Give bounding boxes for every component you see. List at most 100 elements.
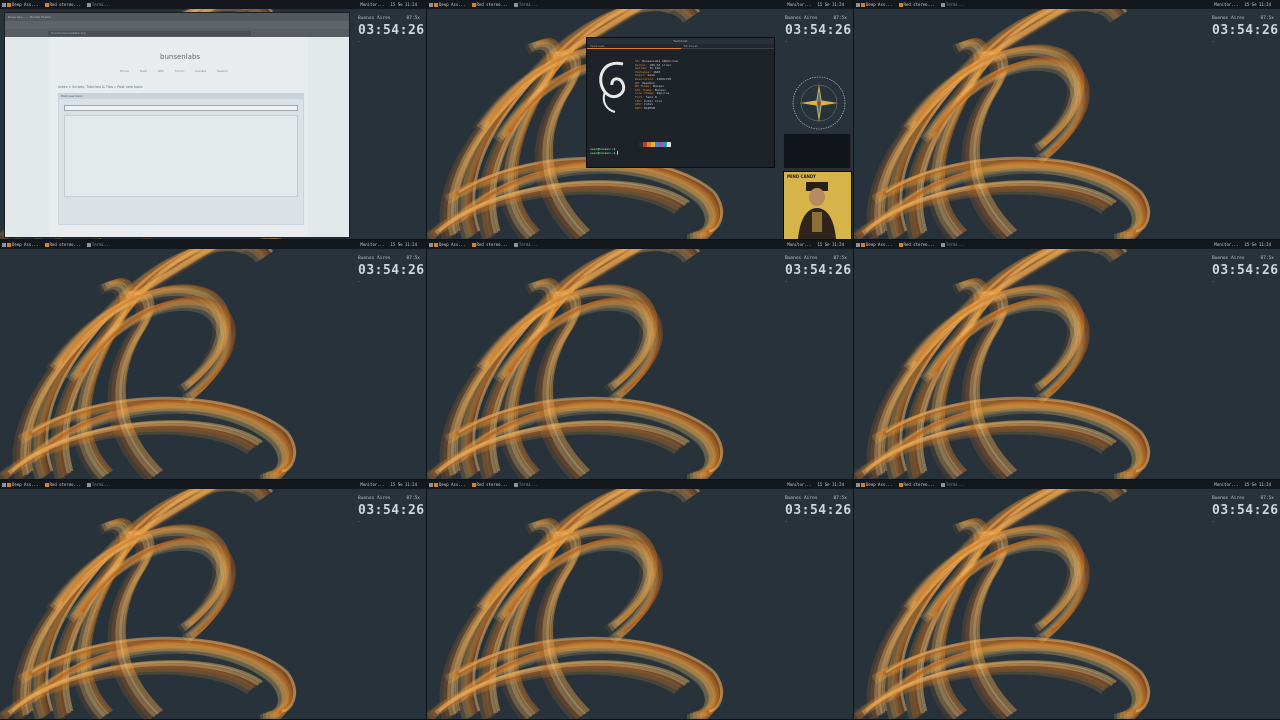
panel-clock[interactable]: 15 Se 11:24 [391, 480, 418, 489]
workspace-3[interactable]: Deep Ass... Red stereo... Termi... Monitor.… [854, 0, 1280, 239]
system-tray[interactable]: Monitor... 15 Se 11:24 [1214, 240, 1277, 249]
panel-clock[interactable]: 15 Se 11:24 [818, 240, 845, 249]
taskbar-item[interactable]: Red stereo... [477, 0, 508, 9]
subject-input[interactable] [64, 105, 298, 111]
taskbar-item[interactable]: Termi... [519, 240, 538, 249]
taskbar-item[interactable]: Deep Ass... [439, 480, 466, 489]
browser-window[interactable]: Deep Ass... — Mozilla Firefox forums.buns… [4, 12, 350, 238]
taskbar[interactable]: Deep Ass... Red stereo... Termi... [856, 0, 971, 9]
menu-icon[interactable] [856, 3, 860, 7]
top-panel[interactable]: Deep Ass... Red stereo... Termi... Monitor.… [427, 240, 853, 249]
post-form[interactable]: Post new topic [58, 93, 304, 225]
taskbar-item[interactable]: Red stereo... [904, 0, 935, 9]
taskbar-item[interactable]: Termi... [519, 0, 538, 9]
taskbar[interactable]: Deep Ass... Red stereo... Termi... [2, 0, 117, 9]
panel-clock[interactable]: 15 Se 11:24 [1245, 240, 1272, 249]
taskbar-item[interactable]: Deep Ass... [12, 0, 39, 9]
taskbar-item[interactable]: Red stereo... [904, 480, 935, 489]
system-tray[interactable]: Monitor... 15 Se 11:24 [787, 480, 850, 489]
taskbar-item[interactable]: Deep Ass... [12, 480, 39, 489]
menu-icon[interactable] [856, 243, 860, 247]
tray-window-title[interactable]: Monitor... [787, 0, 811, 9]
taskbar[interactable]: Deep Ass... Red stereo... Termi... [2, 240, 117, 249]
taskbar-item[interactable]: Red stereo... [477, 480, 508, 489]
taskbar-item[interactable]: Red stereo... [50, 0, 81, 9]
taskbar-item[interactable]: Deep Ass... [12, 240, 39, 249]
top-panel[interactable]: Deep Ass... Red stereo... Termi... Monitor.… [0, 480, 426, 489]
top-panel[interactable]: Deep Ass... Red stereo... Termi... Monitor.… [427, 0, 853, 9]
top-panel[interactable]: Deep Ass... Red stereo... Termi... Monitor.… [854, 480, 1280, 489]
taskbar[interactable]: Deep Ass... Red stereo... Termi... [429, 0, 544, 9]
system-tray[interactable]: Monitor... 15 Se 11:24 [1214, 480, 1277, 489]
workspace-5[interactable]: Deep Ass... Red stereo... Termi... Monitor.… [427, 240, 853, 479]
system-tray[interactable]: Monitor... 15 Se 11:24 [360, 240, 423, 249]
menu-icon[interactable] [429, 243, 433, 247]
taskbar[interactable]: Deep Ass... Red stereo... Termi... [2, 480, 117, 489]
taskbar-item[interactable]: Termi... [946, 480, 965, 489]
breadcrumb[interactable]: Index » Scripts, Tutorials & Tips » Post… [58, 85, 143, 89]
site-logo[interactable]: bunsenlabs [160, 53, 200, 61]
workspace-8[interactable]: Deep Ass... Red stereo... Termi... Monitor.… [427, 480, 853, 719]
menu-icon[interactable] [2, 243, 6, 247]
taskbar-item[interactable]: Termi... [92, 0, 111, 9]
system-tray[interactable]: Monitor... 15 Se 11:24 [360, 0, 423, 9]
panel-clock[interactable]: 15 Se 11:24 [391, 240, 418, 249]
system-tray[interactable]: Monitor... 15 Se 11:24 [787, 0, 850, 9]
browser-toolbar[interactable]: forums.bunsenlabs.org [5, 29, 349, 37]
tray-window-title[interactable]: Monitor... [1214, 480, 1238, 489]
system-tray[interactable]: Monitor... 15 Se 11:24 [787, 240, 850, 249]
taskbar-item[interactable]: Termi... [519, 480, 538, 489]
workspace-9[interactable]: Deep Ass... Red stereo... Termi... Monitor.… [854, 480, 1280, 719]
taskbar-item[interactable]: Red stereo... [50, 240, 81, 249]
site-nav[interactable]: Home Help Wiki Forum Donate Search [120, 69, 228, 73]
taskbar[interactable]: Deep Ass... Red stereo... Termi... [856, 240, 971, 249]
workspace-4[interactable]: Deep Ass... Red stereo... Termi... Monitor.… [0, 240, 426, 479]
tray-window-title[interactable]: Monitor... [1214, 240, 1238, 249]
workspace-7[interactable]: Deep Ass... Red stereo... Termi... Monitor.… [0, 480, 426, 719]
taskbar-item[interactable]: Termi... [946, 240, 965, 249]
menu-icon[interactable] [856, 483, 860, 487]
browser-title-bar[interactable]: Deep Ass... — Mozilla Firefox [5, 13, 349, 21]
menu-icon[interactable] [2, 483, 6, 487]
taskbar[interactable]: Deep Ass... Red stereo... Termi... [429, 240, 544, 249]
top-panel[interactable]: Deep Ass... Red stereo... Termi... Monitor.… [854, 240, 1280, 249]
tray-window-title[interactable]: Monitor... [360, 0, 384, 9]
taskbar-item[interactable]: Termi... [92, 240, 111, 249]
taskbar-item[interactable]: Deep Ass... [866, 0, 893, 9]
menu-icon[interactable] [429, 3, 433, 7]
browser-tab-strip[interactable] [5, 21, 349, 29]
taskbar-item[interactable]: Deep Ass... [866, 240, 893, 249]
terminal-tabs[interactable]: Terminal Terminal [587, 44, 774, 49]
message-textarea[interactable] [64, 115, 298, 197]
top-panel[interactable]: Deep Ass... Red stereo... Termi... Monitor.… [427, 480, 853, 489]
top-panel[interactable]: Deep Ass... Red stereo... Termi... Monitor.… [854, 0, 1280, 9]
terminal-tab-2[interactable]: Terminal [680, 44, 774, 49]
top-panel[interactable]: Deep Ass... Red stereo... Termi... Monitor.… [0, 0, 426, 9]
taskbar-item[interactable]: Termi... [946, 0, 965, 9]
terminal-tab-1[interactable]: Terminal [587, 44, 681, 49]
panel-clock[interactable]: 15 Se 11:24 [1245, 0, 1272, 9]
menu-icon[interactable] [429, 483, 433, 487]
tray-window-title[interactable]: Monitor... [787, 240, 811, 249]
taskbar[interactable]: Deep Ass... Red stereo... Termi... [429, 480, 544, 489]
tray-window-title[interactable]: Monitor... [360, 240, 384, 249]
shell-prompt[interactable]: user@bunsen:~$ user@bunsen:~$ ▌ [590, 147, 619, 155]
url-bar[interactable]: forums.bunsenlabs.org [48, 30, 251, 36]
tray-window-title[interactable]: Monitor... [360, 480, 384, 489]
workspace-6[interactable]: Deep Ass... Red stereo... Termi... Monitor.… [854, 240, 1280, 479]
tray-window-title[interactable]: Monitor... [787, 480, 811, 489]
panel-clock[interactable]: 15 Se 11:24 [818, 0, 845, 9]
tray-window-title[interactable]: Monitor... [1214, 0, 1238, 9]
taskbar-item[interactable]: Red stereo... [904, 240, 935, 249]
system-tray[interactable]: Monitor... 15 Se 11:24 [1214, 0, 1277, 9]
panel-clock[interactable]: 15 Se 11:24 [391, 0, 418, 9]
menu-icon[interactable] [2, 3, 6, 7]
taskbar[interactable]: Deep Ass... Red stereo... Termi... [856, 480, 971, 489]
panel-clock[interactable]: 15 Se 11:24 [1245, 480, 1272, 489]
taskbar-item[interactable]: Deep Ass... [439, 0, 466, 9]
system-tray[interactable]: Monitor... 15 Se 11:24 [360, 480, 423, 489]
taskbar-item[interactable]: Deep Ass... [439, 240, 466, 249]
taskbar-item[interactable]: Deep Ass... [866, 480, 893, 489]
taskbar-item[interactable]: Termi... [92, 480, 111, 489]
panel-clock[interactable]: 15 Se 11:24 [818, 480, 845, 489]
